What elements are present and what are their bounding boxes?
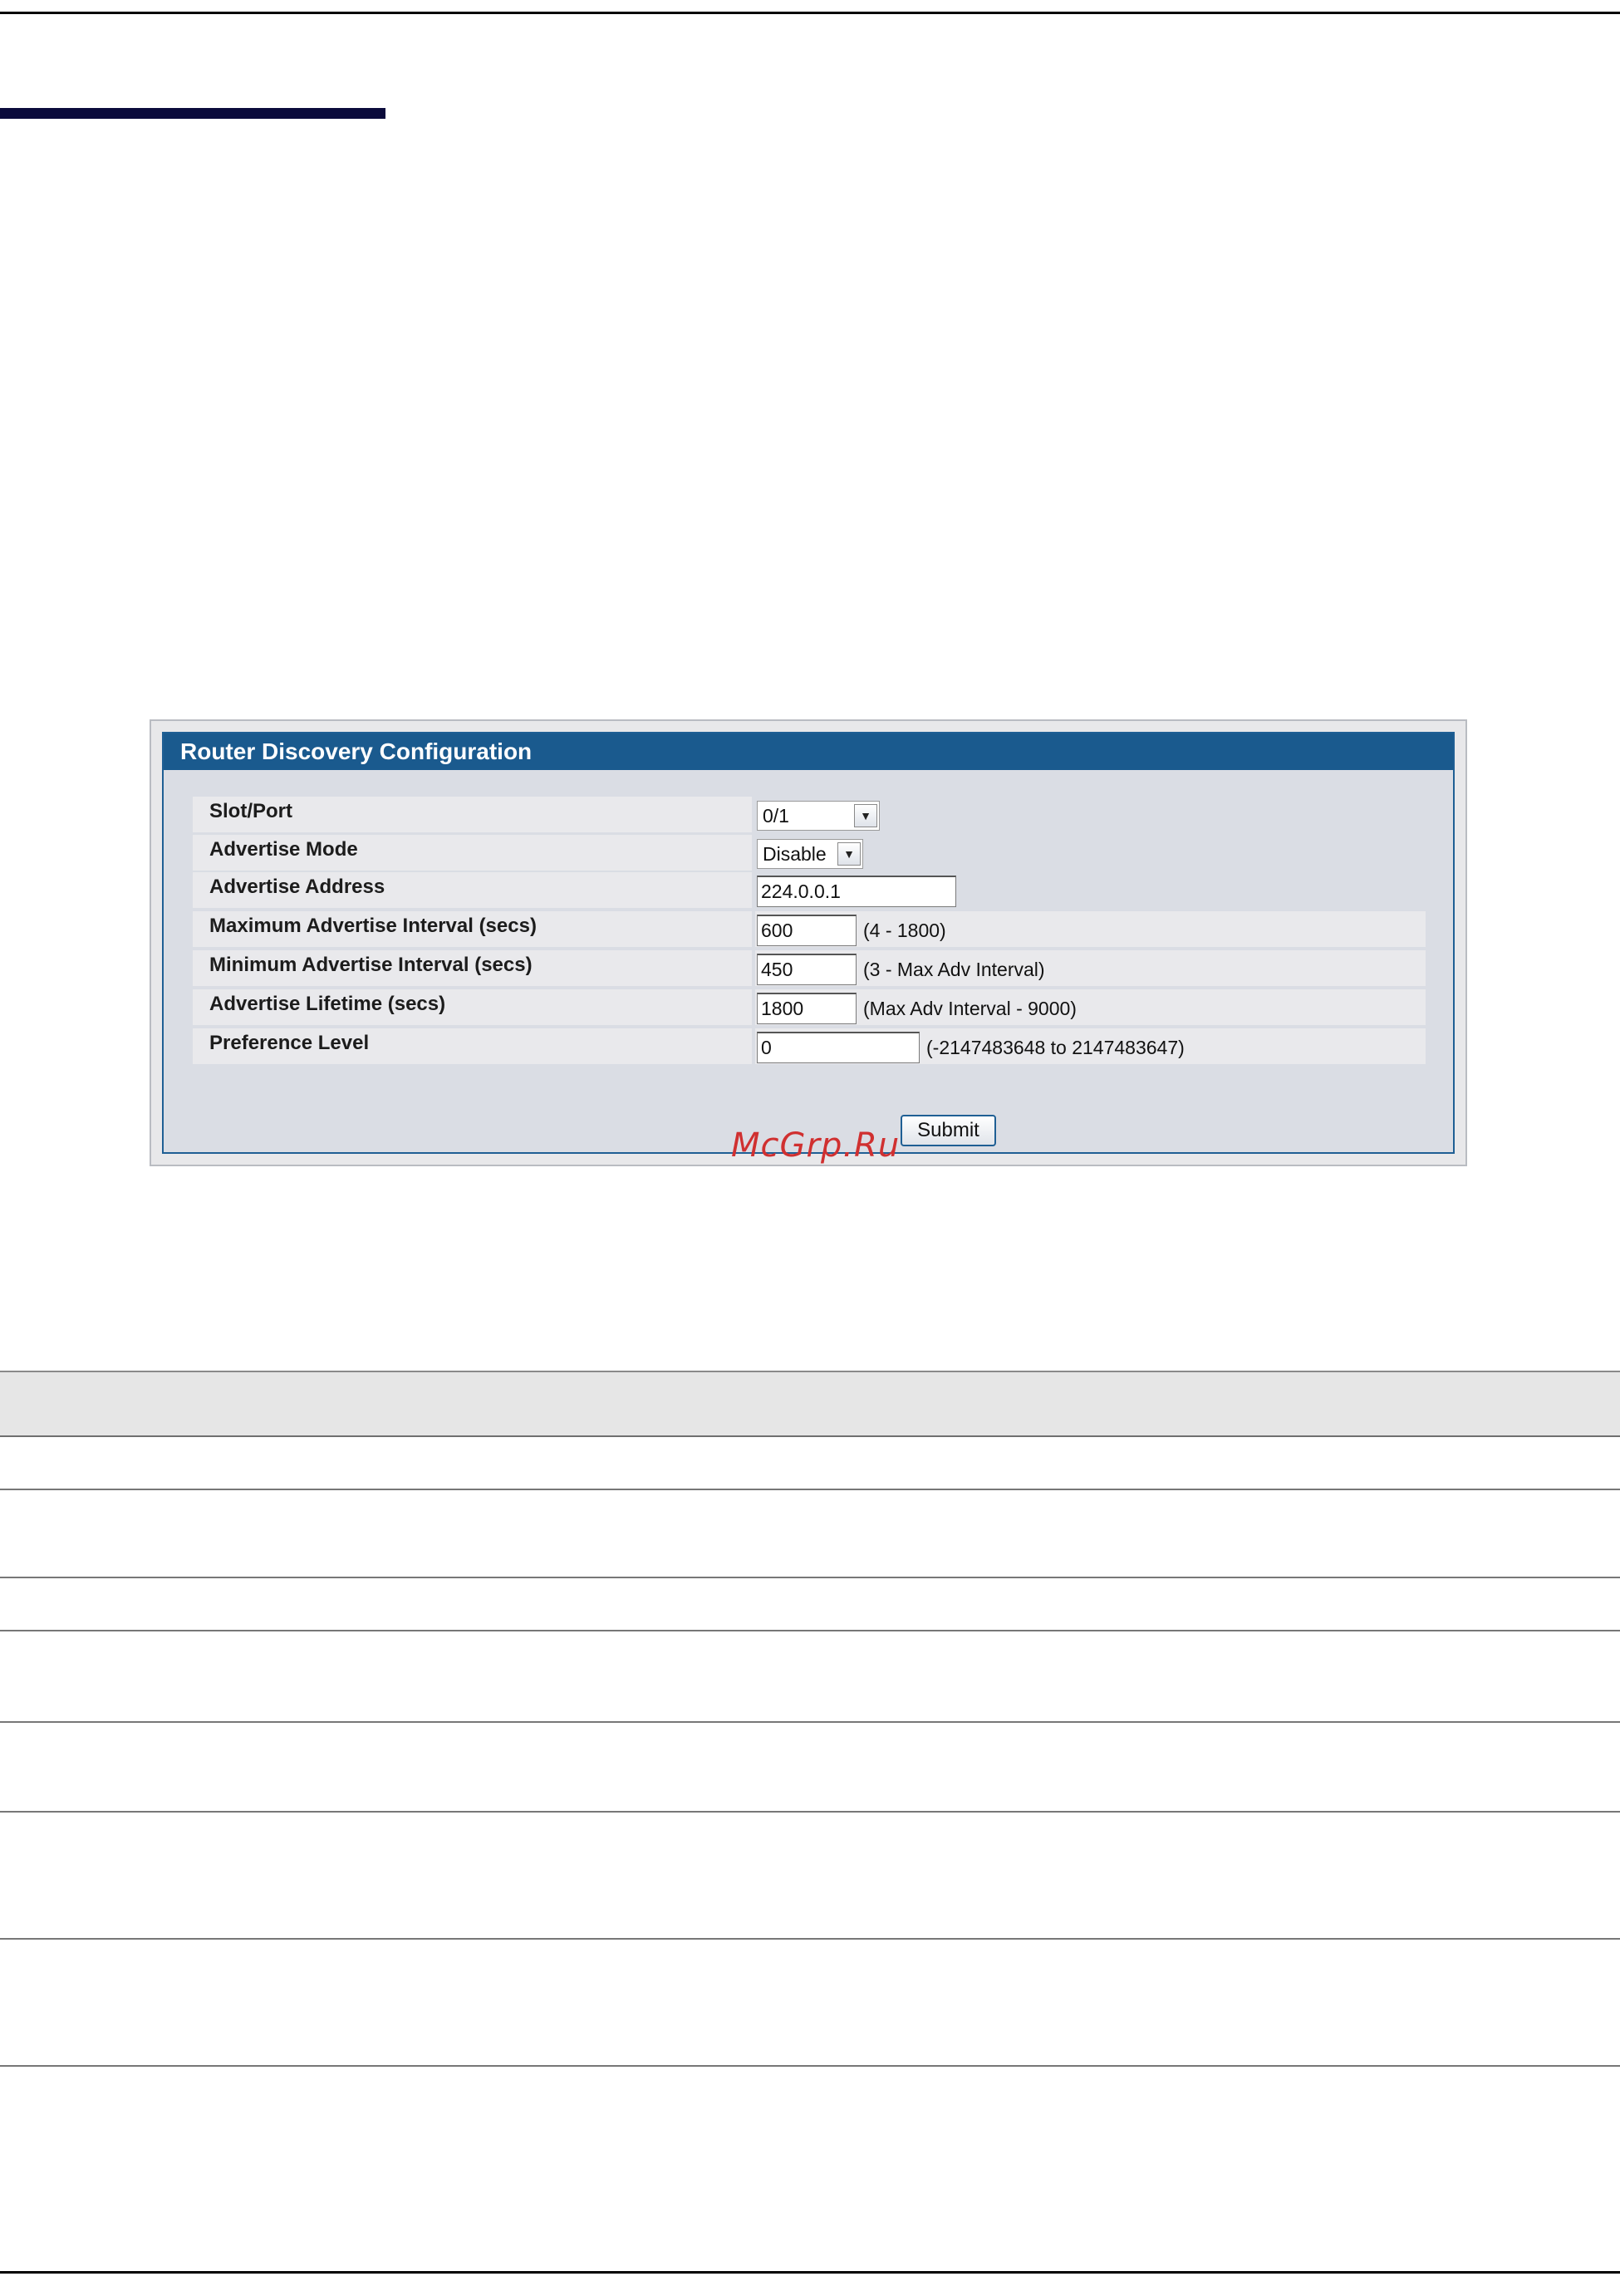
router-discovery-screenshot: Router Discovery Configuration Slot/Port… (150, 719, 1467, 1166)
lifetime-label: Advertise Lifetime (secs) (193, 989, 752, 1025)
lifetime-value-cell: 1800 (Max Adv Interval - 9000) (755, 989, 1426, 1025)
table-row-divider (0, 1489, 1620, 1490)
watermark: McGrp.Ru (731, 1126, 901, 1165)
table-header (0, 1371, 1620, 1437)
table-row-divider (0, 1577, 1620, 1578)
row-advertise-address: Advertise Address 224.0.0.1 (193, 872, 1426, 908)
table-row-divider (0, 1721, 1620, 1723)
table-row-divider (0, 1938, 1620, 1940)
min-interval-input[interactable]: 450 (757, 954, 857, 985)
slot-port-select[interactable]: 0/1 ▼ (757, 801, 880, 831)
lifetime-range: (Max Adv Interval - 9000) (863, 998, 1077, 1019)
min-interval-label: Minimum Advertise Interval (secs) (193, 950, 752, 986)
chevron-down-icon[interactable]: ▼ (854, 804, 877, 827)
row-lifetime: Advertise Lifetime (secs) 1800 (Max Adv … (193, 989, 1426, 1025)
min-interval-range: (3 - Max Adv Interval) (863, 959, 1045, 980)
preference-value-cell: 0 (-2147483648 to 2147483647) (755, 1028, 1426, 1064)
panel-title: Router Discovery Configuration (164, 733, 1453, 770)
chevron-down-icon[interactable]: ▼ (837, 842, 861, 866)
max-interval-range: (4 - 1800) (863, 920, 946, 941)
slot-port-label: Slot/Port (193, 797, 752, 832)
advertise-mode-label: Advertise Mode (193, 835, 752, 871)
preference-input[interactable]: 0 (757, 1032, 920, 1063)
row-max-interval: Maximum Advertise Interval (secs) 600 (4… (193, 911, 1426, 947)
advertise-mode-select[interactable]: Disable ▼ (757, 839, 863, 869)
preference-label: Preference Level (193, 1028, 752, 1064)
max-interval-value-cell: 600 (4 - 1800) (755, 911, 1426, 947)
min-interval-value-cell: 450 (3 - Max Adv Interval) (755, 950, 1426, 986)
bottom-rule (0, 2271, 1620, 2274)
router-discovery-form: Router Discovery Configuration Slot/Port… (162, 732, 1455, 1154)
advertise-address-label: Advertise Address (193, 872, 752, 908)
max-interval-label: Maximum Advertise Interval (secs) (193, 911, 752, 947)
heading-bar (0, 108, 385, 119)
advertise-address-value-cell: 224.0.0.1 (755, 872, 1426, 908)
table-row-divider (0, 1811, 1620, 1813)
preference-range: (-2147483648 to 2147483647) (926, 1037, 1185, 1058)
slot-port-selected: 0/1 (763, 805, 789, 827)
slot-port-value-cell: 0/1 ▼ (755, 797, 1426, 832)
lifetime-input[interactable]: 1800 (757, 993, 857, 1024)
table-row-divider (0, 2065, 1620, 2067)
row-preference: Preference Level 0 (-2147483648 to 21474… (193, 1028, 1426, 1064)
submit-button[interactable]: Submit (901, 1115, 996, 1146)
advertise-mode-selected: Disable (763, 843, 827, 865)
top-rule (0, 12, 1620, 14)
row-advertise-mode: Advertise Mode Disable ▼ (193, 835, 1426, 871)
row-slot-port: Slot/Port 0/1 ▼ (193, 797, 1426, 832)
max-interval-input[interactable]: 600 (757, 915, 857, 946)
row-min-interval: Minimum Advertise Interval (secs) 450 (3… (193, 950, 1426, 986)
table-row-divider (0, 1630, 1620, 1631)
advertise-address-input[interactable]: 224.0.0.1 (757, 876, 956, 907)
advertise-mode-value-cell: Disable ▼ (755, 835, 1426, 871)
